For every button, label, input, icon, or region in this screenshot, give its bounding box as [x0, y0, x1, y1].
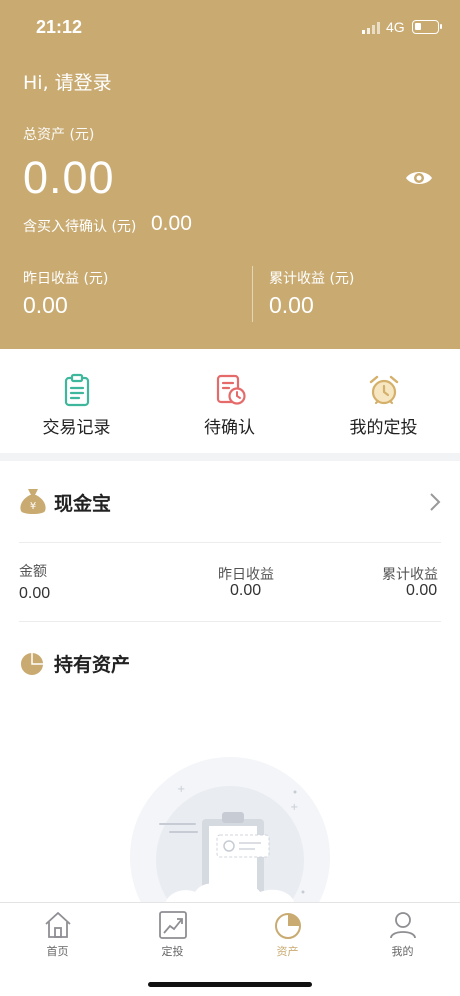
tab-assets[interactable]: 资产	[230, 903, 345, 973]
pending-clock-icon	[216, 374, 246, 405]
cumulative-income-label: 累计收益 (元)	[269, 271, 355, 287]
chevron-right-icon[interactable]	[428, 491, 442, 513]
tab-home[interactable]: 首页	[0, 903, 115, 973]
signal-icon	[362, 22, 380, 34]
cumulative-income-value: 0.00	[269, 292, 314, 318]
pending-confirm-label: 含买入待确认 (元)	[23, 219, 137, 235]
quick-action-label: 待确认	[204, 418, 255, 438]
clipboard-icon	[64, 373, 89, 407]
status-time: 21:12	[36, 17, 83, 37]
svg-text:¥: ¥	[30, 501, 36, 512]
yesterday-income-value: 0.00	[23, 292, 68, 318]
alarm-clock-icon	[369, 375, 398, 405]
cash-treasure-title: 现金宝	[54, 493, 112, 515]
assets-header: 21:12 4G Hi, 请登录 总资产 (元) 0.00 含买入待确认 (元)…	[0, 0, 460, 349]
login-greeting[interactable]: Hi, 请登录	[23, 68, 112, 95]
tab-label: 资产	[276, 945, 299, 958]
quick-action-label: 我的定投	[349, 418, 418, 438]
holdings-title: 持有资产	[54, 654, 131, 676]
tab-fixed-invest[interactable]: 定投	[115, 903, 230, 973]
chart-trend-icon	[158, 911, 187, 939]
money-bag-icon: ¥	[20, 489, 46, 514]
pie-chart-icon	[274, 913, 301, 939]
cash-cumulative-label: 累计收益	[382, 567, 438, 583]
home-indicator	[148, 982, 312, 987]
section-gap	[0, 453, 460, 461]
svg-text:+: +	[290, 802, 298, 813]
yesterday-income-label: 昨日收益 (元)	[23, 271, 109, 287]
pending-confirm-value: 0.00	[151, 212, 192, 235]
svg-text:+: +	[177, 784, 185, 795]
total-assets-value: 0.00	[23, 152, 115, 203]
cash-cumulative-value: 0.00	[406, 582, 438, 599]
divider	[252, 266, 253, 322]
divider	[19, 621, 441, 622]
quick-action-pending[interactable]: 待确认	[153, 349, 306, 453]
cash-yesterday-value: 0.00	[230, 582, 262, 599]
total-assets-label: 总资产 (元)	[23, 127, 95, 143]
cash-amount-label: 金额	[19, 564, 47, 580]
pie-chart-icon	[21, 653, 43, 675]
cash-yesterday-label: 昨日收益	[218, 567, 274, 583]
status-bar: 21:12 4G	[0, 0, 460, 56]
quick-actions: 交易记录 待确认 我的定投	[0, 349, 460, 453]
tab-label: 首页	[46, 945, 69, 958]
cash-amount-value: 0.00	[19, 585, 51, 602]
network-type: 4G	[386, 19, 405, 35]
divider	[19, 542, 441, 543]
quick-action-my-plan[interactable]: 我的定投	[307, 349, 460, 453]
user-icon	[389, 912, 416, 939]
battery-icon	[412, 20, 442, 34]
cash-treasure-header[interactable]: ¥ 现金宝	[0, 461, 460, 543]
eye-icon[interactable]	[404, 166, 434, 190]
quick-action-label: 交易记录	[42, 418, 111, 438]
tab-label: 我的	[391, 945, 414, 958]
tab-mine[interactable]: 我的	[345, 903, 460, 973]
quick-action-transactions[interactable]: 交易记录	[0, 349, 153, 453]
home-icon	[44, 912, 71, 938]
tab-label: 定投	[161, 945, 184, 958]
empty-state-illustration: + +	[130, 757, 330, 907]
